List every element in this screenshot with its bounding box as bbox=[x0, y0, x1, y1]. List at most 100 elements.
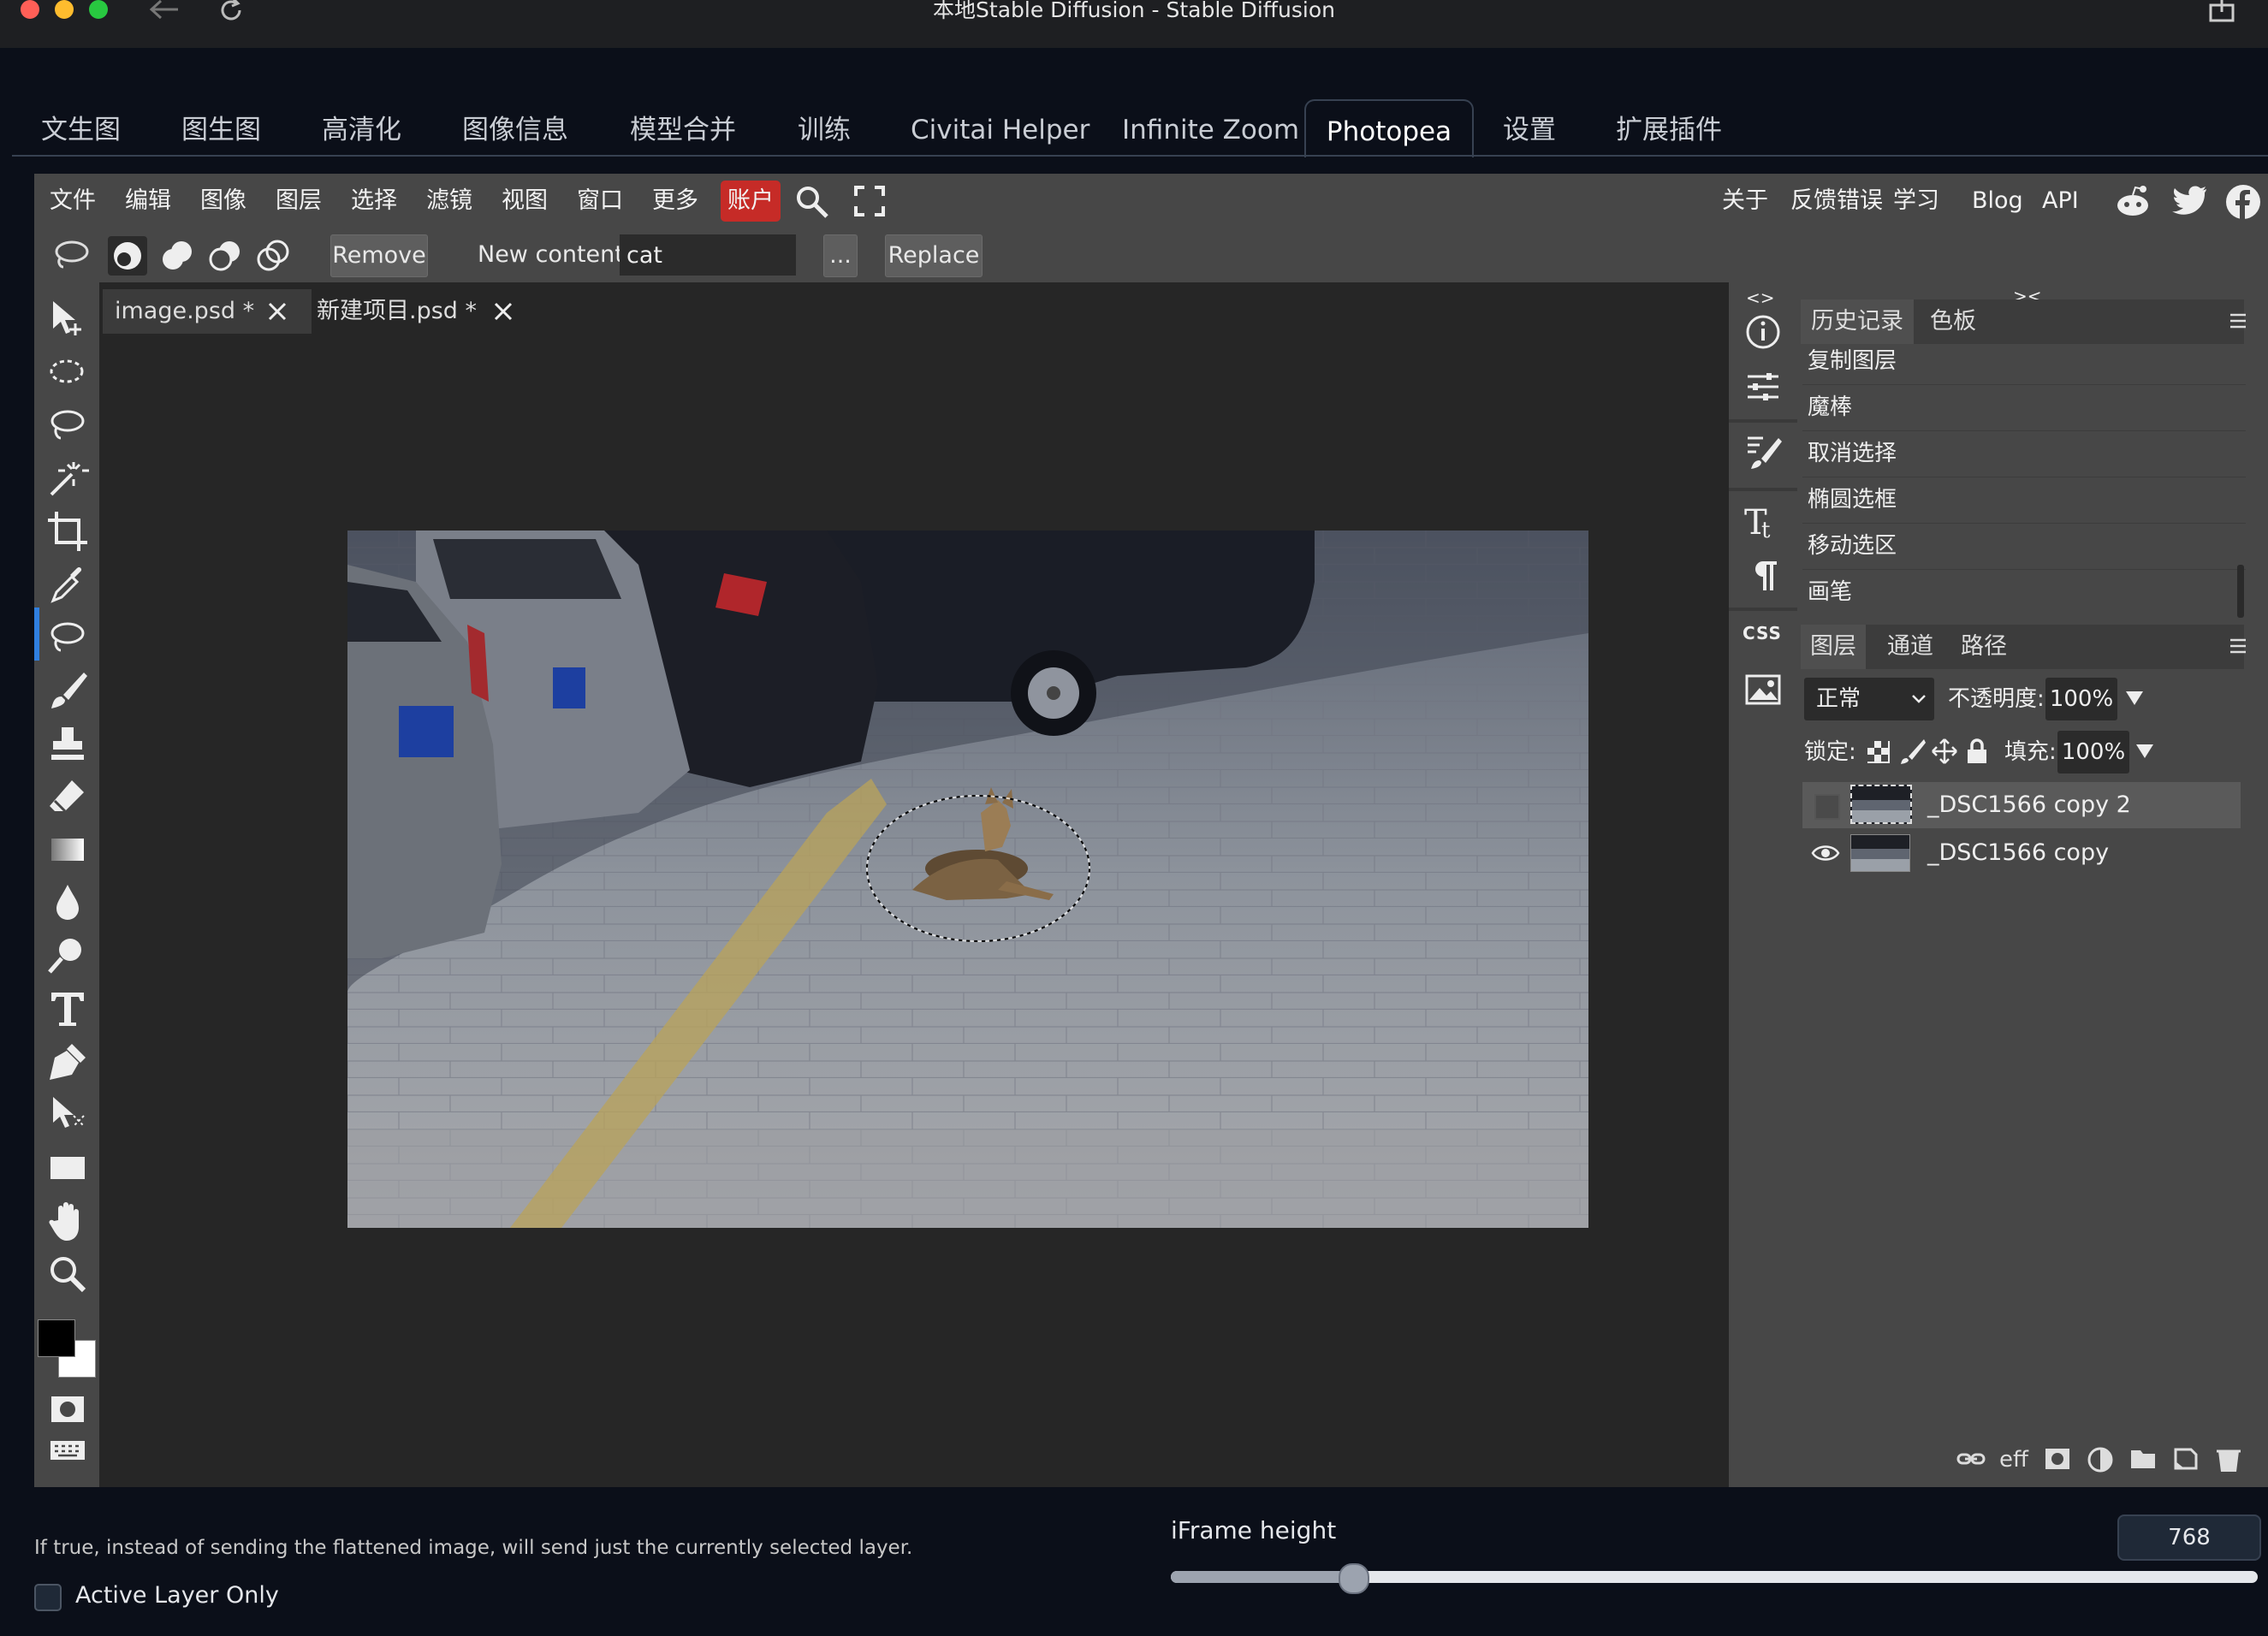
layer-row[interactable]: _DSC1566 copy 2 bbox=[1802, 782, 2241, 828]
reddit-icon[interactable] bbox=[2114, 184, 2152, 218]
menu-blog[interactable]: Blog bbox=[1972, 174, 2023, 228]
tab-infinite-zoom[interactable]: Infinite Zoom bbox=[1122, 99, 1299, 156]
type-tool-icon[interactable] bbox=[46, 987, 89, 1030]
history-item[interactable]: 魔棒 bbox=[1802, 385, 2246, 431]
more-options-button[interactable]: ... bbox=[823, 234, 858, 277]
tab-txt2img[interactable]: 文生图 bbox=[41, 99, 121, 156]
fill-dropdown-icon[interactable] bbox=[2134, 743, 2155, 760]
search-icon[interactable] bbox=[794, 184, 830, 220]
share-icon[interactable] bbox=[2208, 0, 2237, 24]
history-item[interactable]: 取消选择 bbox=[1802, 431, 2246, 477]
facebook-icon[interactable] bbox=[2225, 184, 2261, 220]
lock-pixels-icon[interactable] bbox=[1900, 738, 1926, 765]
brush-settings-icon[interactable] bbox=[1744, 433, 1782, 471]
opacity-dropdown-icon[interactable] bbox=[2124, 690, 2145, 707]
iframe-height-slider-thumb[interactable] bbox=[1339, 1563, 1369, 1594]
magic-wand-tool-icon[interactable] bbox=[46, 457, 89, 500]
menu-view[interactable]: 视图 bbox=[502, 174, 548, 228]
menu-report-bug[interactable]: 反馈错误 bbox=[1790, 174, 1883, 228]
tab-train[interactable]: 训练 bbox=[798, 99, 851, 156]
hand-tool-icon[interactable] bbox=[46, 1200, 89, 1242]
close-doc-tab-icon[interactable] bbox=[491, 299, 515, 323]
character-icon[interactable]: Tt bbox=[1744, 503, 1782, 541]
eyedropper-tool-icon[interactable] bbox=[46, 563, 89, 606]
active-layer-only-label[interactable]: Active Layer Only bbox=[75, 1579, 279, 1613]
tab-settings[interactable]: 设置 bbox=[1503, 99, 1556, 156]
menu-layer[interactable]: 图层 bbox=[276, 174, 322, 228]
menu-account[interactable]: 账户 bbox=[721, 181, 781, 222]
iframe-height-input[interactable]: 768 bbox=[2117, 1514, 2261, 1561]
keyboard-icon[interactable] bbox=[46, 1429, 89, 1472]
brush-tool-icon[interactable] bbox=[46, 669, 89, 712]
opacity-input[interactable]: 100% bbox=[2045, 678, 2117, 720]
new-group-icon[interactable] bbox=[2129, 1446, 2157, 1472]
tab-history[interactable]: 历史记录 bbox=[1801, 299, 1914, 344]
layer-effects-icon[interactable]: eff bbox=[1999, 1444, 2030, 1473]
delete-layer-icon[interactable] bbox=[2215, 1446, 2242, 1473]
layer-mask-icon[interactable] bbox=[2044, 1446, 2071, 1472]
layer-visibility-toggle[interactable] bbox=[1814, 794, 1840, 820]
tab-img2img[interactable]: 图生图 bbox=[181, 99, 261, 156]
replace-button[interactable]: Replace bbox=[885, 234, 983, 277]
menu-filter[interactable]: 滤镜 bbox=[426, 174, 472, 228]
history-item[interactable]: 画笔 bbox=[1802, 570, 2246, 615]
tab-photopea[interactable]: Photopea bbox=[1304, 99, 1474, 157]
history-item[interactable]: 复制图层 bbox=[1802, 339, 2246, 385]
menu-more[interactable]: 更多 bbox=[652, 174, 698, 228]
rectangle-tool-icon[interactable] bbox=[46, 1147, 89, 1189]
menu-window[interactable]: 窗口 bbox=[577, 174, 623, 228]
info-icon[interactable] bbox=[1744, 313, 1782, 351]
move-tool-icon[interactable] bbox=[46, 298, 89, 341]
layer-row[interactable]: _DSC1566 copy bbox=[1802, 830, 2241, 876]
eraser-tool-icon[interactable] bbox=[46, 775, 89, 818]
history-scrollbar[interactable] bbox=[2237, 565, 2244, 618]
fill-input[interactable]: 100% bbox=[2057, 731, 2129, 774]
tab-model-merge[interactable]: 模型合并 bbox=[630, 99, 736, 156]
tab-channels[interactable]: 通道 bbox=[1879, 625, 1941, 669]
menu-learn[interactable]: 学习 bbox=[1893, 174, 1939, 228]
tab-upscale[interactable]: 高清化 bbox=[322, 99, 401, 156]
crop-tool-icon[interactable] bbox=[46, 510, 89, 553]
menu-api[interactable]: API bbox=[2042, 174, 2079, 228]
dodge-tool-icon[interactable] bbox=[46, 934, 89, 977]
menu-file[interactable]: 文件 bbox=[50, 174, 96, 228]
tab-extensions[interactable]: 扩展插件 bbox=[1616, 99, 1722, 156]
adjustments-icon[interactable] bbox=[1744, 368, 1782, 406]
twitter-icon[interactable] bbox=[2172, 186, 2208, 216]
tab-civitai-helper[interactable]: Civitai Helper bbox=[911, 99, 1089, 156]
new-layer-icon[interactable] bbox=[2172, 1446, 2200, 1472]
stamp-tool-icon[interactable] bbox=[46, 722, 89, 765]
new-selection-icon[interactable] bbox=[108, 236, 147, 276]
new-content-input[interactable] bbox=[620, 234, 796, 276]
lasso-active-tool-icon[interactable] bbox=[46, 616, 89, 659]
remove-button[interactable]: Remove bbox=[330, 234, 428, 277]
lock-transparency-icon[interactable] bbox=[1866, 739, 1891, 765]
link-layers-icon[interactable] bbox=[1956, 1446, 1986, 1472]
zoom-tool-icon[interactable] bbox=[46, 1253, 89, 1295]
history-item[interactable]: 移动选区 bbox=[1802, 524, 2246, 570]
css-panel-button[interactable]: CSS bbox=[1743, 623, 1782, 643]
lasso-tool-preset-icon[interactable] bbox=[51, 236, 91, 276]
pen-tool-icon[interactable] bbox=[46, 1040, 89, 1083]
tab-paths[interactable]: 路径 bbox=[1953, 625, 2015, 669]
collapse-left-toggle[interactable]: <> bbox=[1746, 287, 1775, 308]
document-canvas[interactable] bbox=[347, 531, 1588, 1228]
tab-layers[interactable]: 图层 bbox=[1801, 625, 1866, 669]
subtract-selection-icon[interactable] bbox=[205, 236, 245, 276]
fullscreen-icon[interactable] bbox=[854, 186, 885, 216]
gradient-tool-icon[interactable] bbox=[46, 828, 89, 871]
blend-mode-select[interactable]: 正常 bbox=[1804, 678, 1934, 720]
lock-all-icon[interactable] bbox=[1965, 738, 1989, 765]
marquee-tool-icon[interactable] bbox=[46, 351, 89, 394]
history-item[interactable]: 椭圆选框 bbox=[1802, 477, 2246, 524]
path-select-tool-icon[interactable] bbox=[46, 1094, 89, 1136]
tab-image-info[interactable]: 图像信息 bbox=[462, 99, 568, 156]
menu-image[interactable]: 图像 bbox=[200, 174, 246, 228]
tab-swatches[interactable]: 色板 bbox=[1922, 299, 1984, 344]
doc-tab-new-project[interactable]: 新建项目.psd * bbox=[317, 289, 477, 334]
layers-panel-menu-icon[interactable] bbox=[2230, 633, 2246, 659]
intersect-selection-icon[interactable] bbox=[253, 236, 293, 276]
eye-icon[interactable] bbox=[1811, 840, 1840, 866]
history-panel-menu-icon[interactable] bbox=[2230, 308, 2246, 334]
close-doc-tab-icon[interactable] bbox=[265, 299, 289, 323]
